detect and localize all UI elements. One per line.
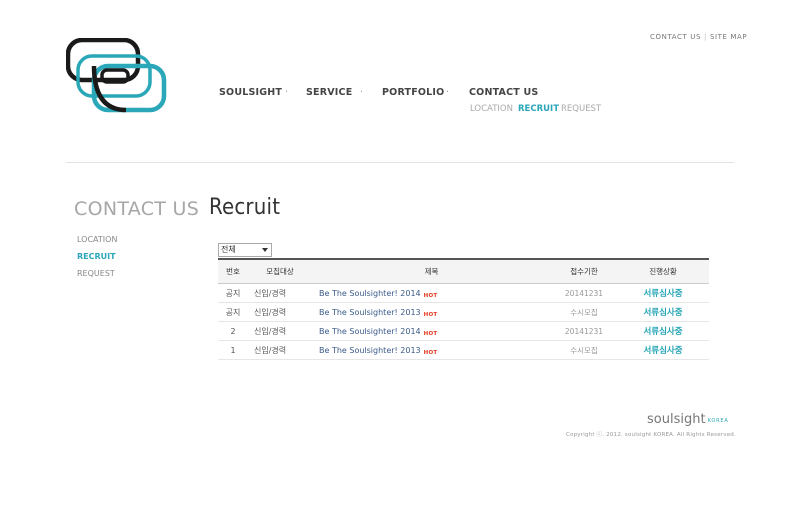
hot-badge: HOT bbox=[423, 311, 438, 318]
chevron-down-icon bbox=[262, 248, 268, 252]
row-deadline: 20141231 bbox=[551, 321, 617, 341]
util-contact-us-link[interactable]: CONTACT US bbox=[650, 33, 701, 41]
row-status: 서류심사중 bbox=[617, 340, 709, 360]
row-status: 서류심사중 bbox=[617, 302, 709, 322]
subnav-location[interactable]: LOCATION bbox=[470, 104, 513, 114]
header-status: 진행상황 bbox=[617, 259, 709, 284]
header-divider bbox=[66, 162, 734, 163]
table-row[interactable]: 공지 신입/경력 Be The Soulsighter! 2014 HOT 201… bbox=[218, 283, 709, 303]
row-target: 신입/경력 bbox=[248, 283, 313, 303]
copyright-text: Copyright ⓒ. 2012. soulsight KOREA. All … bbox=[566, 432, 736, 438]
nav-separator: · bbox=[360, 87, 364, 98]
footer-brand-sub: KOREA bbox=[707, 418, 729, 424]
row-title-cell: Be The Soulsighter! 2014 HOT bbox=[313, 283, 551, 303]
row-number: 1 bbox=[218, 340, 248, 360]
row-title-cell: Be The Soulsighter! 2014 HOT bbox=[313, 321, 551, 341]
row-deadline: 20141231 bbox=[551, 283, 617, 303]
row-deadline: 수시모집 bbox=[551, 302, 617, 322]
section-title: CONTACT US bbox=[74, 198, 200, 220]
side-menu-location[interactable]: LOCATION bbox=[77, 235, 117, 252]
row-status: 서류심사중 bbox=[617, 283, 709, 303]
row-number: 2 bbox=[218, 321, 248, 341]
row-target: 신입/경력 bbox=[248, 302, 313, 322]
footer-brand-name: soulsight bbox=[647, 412, 706, 427]
page-title: Recruit bbox=[209, 195, 281, 220]
footer-brand-logo: soulsight KOREA bbox=[647, 412, 729, 427]
util-separator: | bbox=[704, 33, 707, 41]
row-deadline: 수시모집 bbox=[551, 340, 617, 360]
table-row[interactable]: 1 신입/경력 Be The Soulsighter! 2013 HOT 수시모집… bbox=[218, 340, 709, 360]
utility-links: CONTACT US | SITE MAP bbox=[650, 33, 747, 41]
logo-mark-icon bbox=[65, 37, 167, 113]
row-title-link[interactable]: Be The Soulsighter! 2014 bbox=[319, 327, 421, 336]
filter-selected-value: 전체 bbox=[221, 245, 236, 254]
nav-item-portfolio[interactable]: PORTFOLIO bbox=[382, 87, 444, 98]
header-number: 번호 bbox=[218, 259, 248, 284]
nav-separator: · bbox=[446, 87, 450, 98]
table-row[interactable]: 2 신입/경력 Be The Soulsighter! 2014 HOT 2014… bbox=[218, 321, 709, 341]
row-title-link[interactable]: Be The Soulsighter! 2013 bbox=[319, 346, 421, 355]
table-row[interactable]: 공지 신입/경력 Be The Soulsighter! 2013 HOT 수시모… bbox=[218, 302, 709, 322]
hot-badge: HOT bbox=[423, 349, 438, 356]
hot-badge: HOT bbox=[423, 292, 438, 299]
nav-item-service[interactable]: SERVICE bbox=[306, 87, 352, 98]
row-number: 공지 bbox=[218, 302, 248, 322]
row-title-link[interactable]: Be The Soulsighter! 2014 bbox=[319, 289, 421, 298]
header-target: 모집대상 bbox=[248, 259, 313, 284]
row-target: 신입/경력 bbox=[248, 321, 313, 341]
row-target: 신입/경력 bbox=[248, 340, 313, 360]
side-menu-request[interactable]: REQUEST bbox=[77, 269, 117, 286]
row-title-cell: Be The Soulsighter! 2013 HOT bbox=[313, 340, 551, 360]
row-title-link[interactable]: Be The Soulsighter! 2013 bbox=[319, 308, 421, 317]
row-status: 서류심사중 bbox=[617, 321, 709, 341]
subnav-recruit[interactable]: RECRUIT bbox=[518, 104, 559, 114]
hot-badge: HOT bbox=[423, 330, 438, 337]
nav-item-contact-us[interactable]: CONTACT US bbox=[469, 87, 538, 98]
header-deadline: 접수기한 bbox=[551, 259, 617, 284]
soulsight-logo[interactable] bbox=[65, 37, 168, 114]
recruit-table: 번호 모집대상 제목 접수기한 진행상황 공지 신입/경력 Be The Sou… bbox=[218, 258, 709, 360]
row-number: 공지 bbox=[218, 283, 248, 303]
header-title: 제목 bbox=[313, 259, 551, 284]
util-site-map-link[interactable]: SITE MAP bbox=[710, 33, 747, 41]
table-header-row: 번호 모집대상 제목 접수기한 진행상황 bbox=[218, 259, 709, 284]
row-title-cell: Be The Soulsighter! 2013 HOT bbox=[313, 302, 551, 322]
side-menu-recruit[interactable]: RECRUIT bbox=[77, 252, 117, 269]
nav-item-soulsight[interactable]: SOULSIGHT bbox=[219, 87, 282, 98]
category-filter-select[interactable]: 전체 bbox=[218, 243, 272, 257]
side-menu: LOCATION RECRUIT REQUEST bbox=[77, 235, 117, 286]
nav-separator: · bbox=[285, 87, 289, 98]
subnav-request[interactable]: REQUEST bbox=[561, 104, 601, 114]
